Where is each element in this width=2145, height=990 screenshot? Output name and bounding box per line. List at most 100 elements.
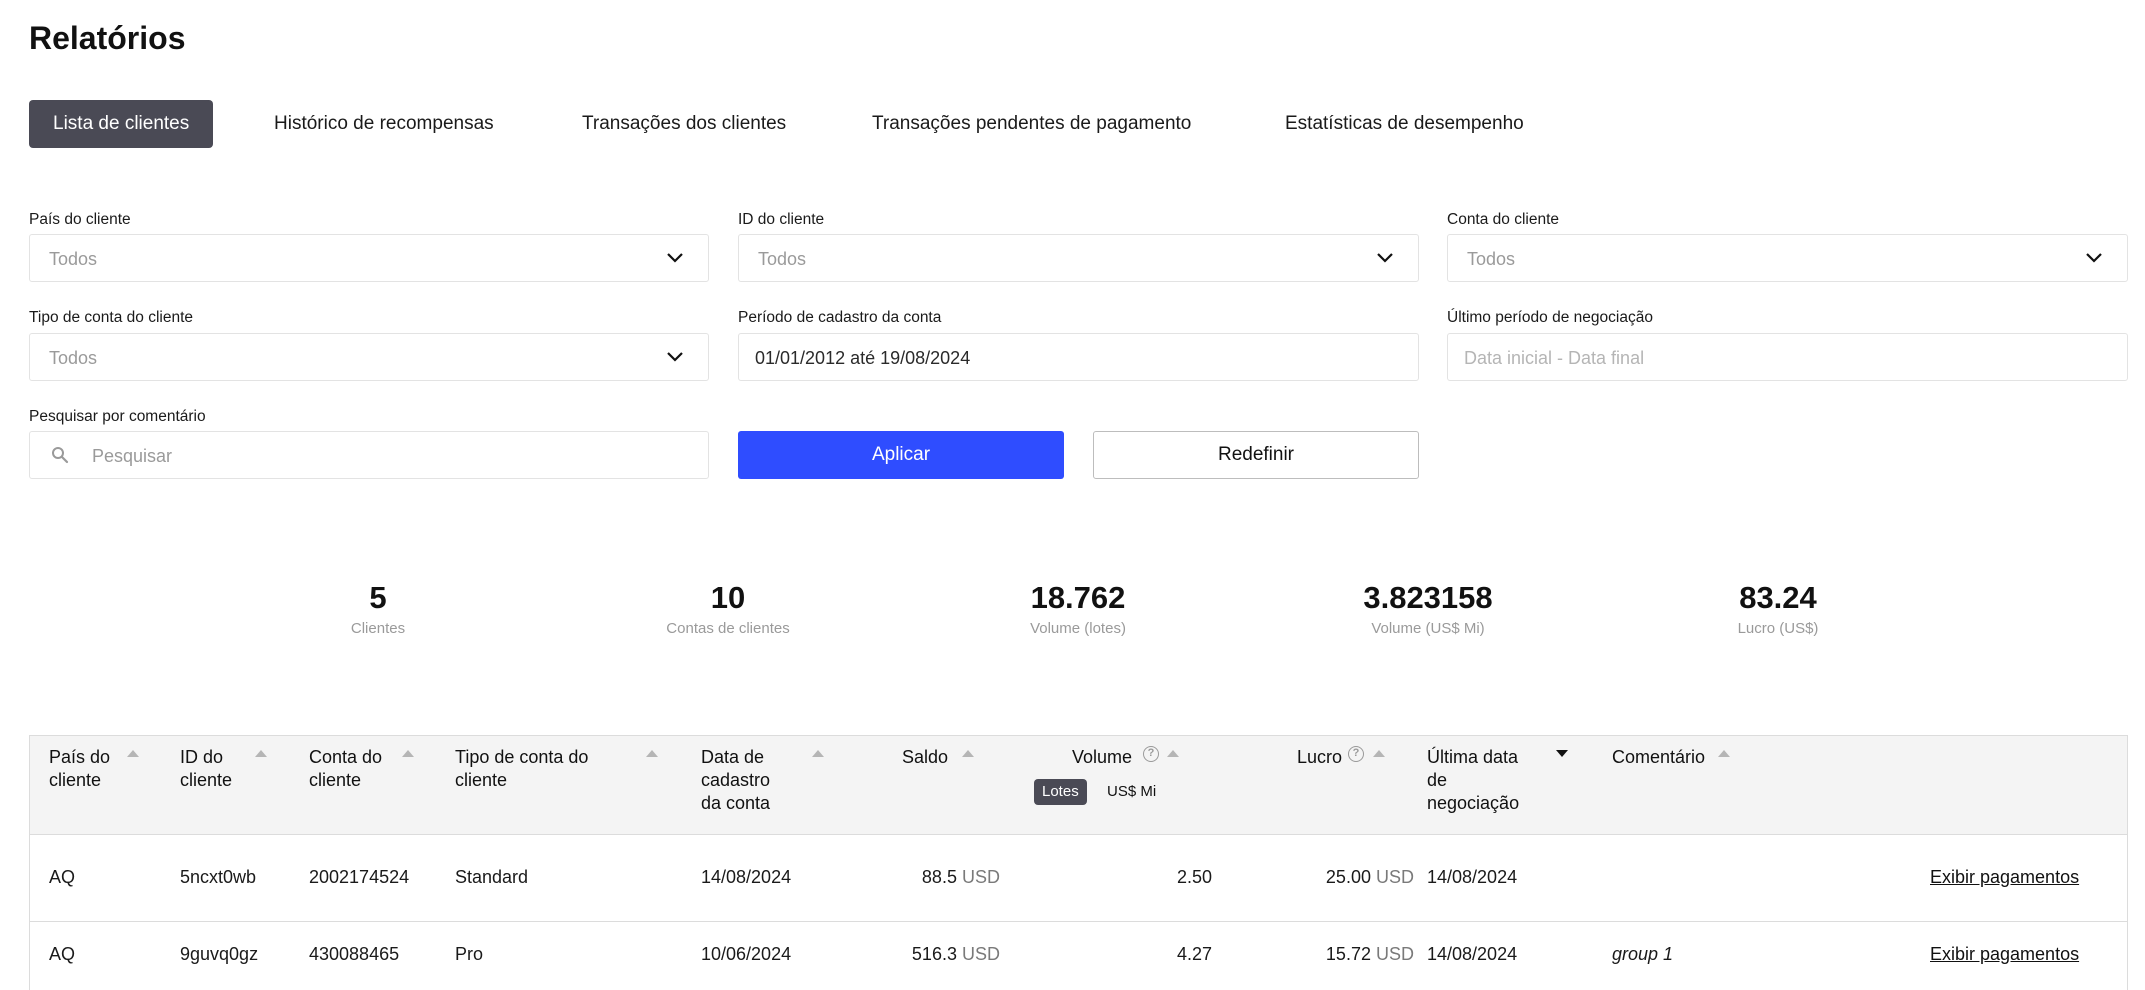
col-header-label: Lucro — [1297, 747, 1343, 767]
col-header-balance[interactable]: Saldo — [902, 746, 948, 769]
registration-period-input[interactable]: 01/01/2012 até 19/08/2024 — [738, 333, 1419, 381]
client-id-select[interactable]: Todos — [738, 234, 1419, 282]
reset-button[interactable]: Redefinir — [1093, 431, 1419, 479]
account-type-select[interactable]: Todos — [29, 333, 709, 381]
sort-asc-icon[interactable] — [255, 750, 267, 757]
cell-profit: 25.00 USD — [1260, 867, 1414, 888]
col-header-profit[interactable]: Lucro — [1297, 746, 1342, 769]
last-trade-period-placeholder: Data inicial - Data final — [1464, 348, 1645, 368]
clients-table: País do cliente ID do cliente Conta do c… — [29, 735, 2128, 990]
cell-volume: 2.50 — [1176, 867, 1212, 887]
help-icon[interactable]: ? — [1348, 746, 1364, 762]
volume-unit-usd-mi[interactable]: US$ Mi — [1101, 779, 1162, 805]
stat-volume-lots: 18.762 Volume (lotes) — [928, 580, 1228, 637]
account-filter-label: Conta do cliente — [1447, 211, 1560, 228]
tab-rewards-history[interactable]: Histórico de recompensas — [274, 100, 494, 148]
col-header-label: Conta do cliente — [309, 747, 383, 790]
tab-performance-stats[interactable]: Estatísticas de desempenho — [1285, 100, 1524, 148]
tab-client-transactions[interactable]: Transações dos clientes — [582, 100, 786, 148]
help-icon[interactable]: ? — [1143, 746, 1159, 762]
col-header-last-trade-date[interactable]: Última data de negociação — [1427, 746, 1542, 815]
registration-period-label: Período de cadastro da conta — [738, 309, 942, 326]
view-payments-link[interactable]: Exibir pagamentos — [1930, 944, 2079, 965]
sort-asc-icon[interactable] — [127, 750, 139, 757]
comment-search-label: Pesquisar por comentário — [29, 408, 206, 425]
country-filter-label: País do cliente — [29, 211, 131, 228]
col-header-label: Saldo — [902, 747, 949, 767]
last-trade-period-input[interactable]: Data inicial - Data final — [1447, 333, 2128, 381]
sort-desc-icon[interactable] — [1556, 750, 1568, 757]
last-trade-period-label: Último período de negociação — [1447, 309, 1653, 326]
cell-account: 2002174524 — [309, 867, 410, 887]
col-header-label: ID do cliente — [180, 747, 233, 790]
account-type-select-value: Todos — [49, 348, 98, 368]
client-id-filter-label: ID do cliente — [738, 211, 825, 228]
stat-label: Volume (lotes) — [1030, 620, 1126, 637]
chevron-down-icon — [667, 253, 683, 263]
balance-unit: USD — [961, 944, 1000, 964]
cell-balance: 516.3 USD — [870, 944, 1000, 965]
chevron-down-icon — [2086, 253, 2102, 263]
stat-value: 10 — [710, 580, 746, 615]
sort-asc-icon[interactable] — [1718, 750, 1730, 757]
col-header-label: Volume — [1072, 747, 1133, 767]
cell-comment: group 1 — [1612, 944, 1674, 964]
stat-clients: 5 Clientes — [228, 580, 528, 637]
apply-button[interactable]: Aplicar — [738, 431, 1064, 479]
tab-pending-payments[interactable]: Transações pendentes de pagamento — [872, 100, 1191, 148]
tab-client-list[interactable]: Lista de clientes — [29, 100, 214, 148]
col-header-account-type[interactable]: Tipo de conta do cliente — [455, 746, 620, 792]
sort-asc-icon[interactable] — [646, 750, 658, 757]
col-header-volume[interactable]: Volume — [1072, 746, 1132, 769]
balance-value: 88.5 — [921, 867, 957, 887]
chevron-down-icon — [667, 352, 683, 362]
stat-label: Clientes — [350, 620, 406, 637]
cell-profit: 15.72 USD — [1260, 944, 1414, 965]
sort-asc-icon[interactable] — [1167, 750, 1179, 757]
table-row: AQ 9guvq0gz 430088465 Pro 10/06/2024 516… — [30, 922, 2127, 990]
col-header-client-id[interactable]: ID do cliente — [180, 746, 260, 792]
col-header-label: Tipo de conta do cliente — [455, 747, 589, 790]
chevron-down-icon — [1377, 253, 1393, 263]
stat-label: Volume (US$ Mi) — [1371, 620, 1485, 637]
stat-value: 5 — [369, 580, 387, 615]
account-select[interactable]: Todos — [1447, 234, 2128, 282]
col-header-label: Data de cadastro da conta — [701, 747, 771, 813]
comment-search-input[interactable]: Pesquisar — [29, 431, 709, 479]
col-header-account[interactable]: Conta do cliente — [309, 746, 404, 792]
cell-country: AQ — [49, 867, 76, 887]
col-header-label: Última data de negociação — [1427, 747, 1520, 813]
profit-value: 25.00 — [1325, 867, 1371, 887]
sort-asc-icon[interactable] — [812, 750, 824, 757]
stat-label: Contas de clientes — [666, 620, 790, 637]
cell-balance: 88.5 USD — [870, 867, 1000, 888]
comment-search-placeholder: Pesquisar — [92, 446, 173, 466]
cell-client-id: 5ncxt0wb — [180, 867, 257, 887]
stat-value: 3.823158 — [1363, 580, 1493, 615]
cell-registration-date: 14/08/2024 — [701, 867, 792, 887]
registration-period-value: 01/01/2012 até 19/08/2024 — [755, 348, 971, 368]
cell-last-trade-date: 14/08/2024 — [1427, 867, 1518, 887]
col-header-label: Comentário — [1612, 747, 1706, 767]
profit-value: 15.72 — [1325, 944, 1371, 964]
col-header-comment[interactable]: Comentário — [1612, 746, 1705, 769]
sort-asc-icon[interactable] — [402, 750, 414, 757]
col-header-registration-date[interactable]: Data de cadastro da conta — [701, 746, 791, 815]
account-type-filter-label: Tipo de conta do cliente — [29, 309, 194, 326]
table-header: País do cliente ID do cliente Conta do c… — [30, 736, 2127, 835]
table-row: AQ 5ncxt0wb 2002174524 Standard 14/08/20… — [30, 835, 2127, 922]
sort-asc-icon[interactable] — [1373, 750, 1385, 757]
sort-asc-icon[interactable] — [962, 750, 974, 757]
cell-account-type: Pro — [455, 944, 484, 964]
page-title: Relatórios — [29, 20, 186, 56]
view-payments-link[interactable]: Exibir pagamentos — [1930, 867, 2079, 888]
country-select-value: Todos — [49, 249, 98, 269]
search-icon — [52, 447, 69, 464]
balance-unit: USD — [961, 867, 1000, 887]
volume-unit-lots[interactable]: Lotes — [1034, 779, 1087, 805]
cell-account: 430088465 — [309, 944, 400, 964]
client-id-select-value: Todos — [758, 249, 807, 269]
country-select[interactable]: Todos — [29, 234, 709, 282]
stat-client-accounts: 10 Contas de clientes — [578, 580, 878, 637]
profit-unit: USD — [1375, 944, 1414, 964]
